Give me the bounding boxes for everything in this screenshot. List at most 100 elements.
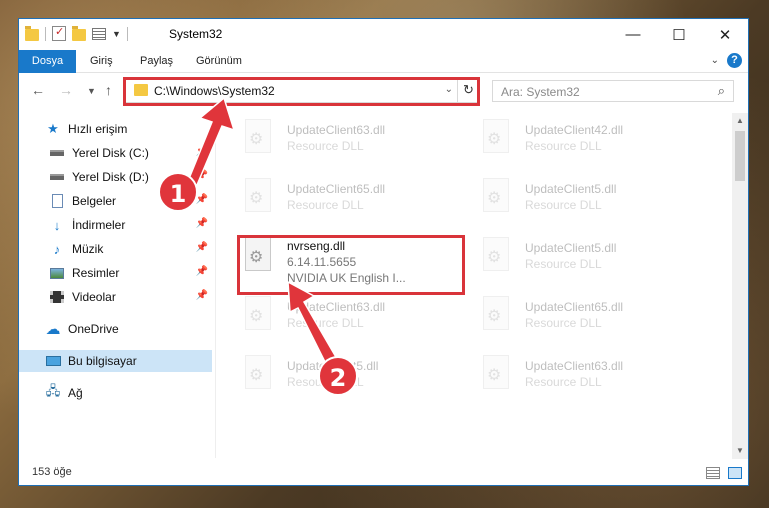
sidebar-item-this-pc[interactable]: Bu bilgisayar [19, 350, 212, 372]
quick-access-toolbar: ▼ [25, 25, 128, 41]
ribbon-tabs: Dosya Giriş Paylaş Görünüm ⌄ ? [19, 50, 748, 73]
help-icon[interactable]: ? [727, 53, 742, 68]
dll-file-icon: ⚙ [241, 296, 275, 336]
maximize-button[interactable]: ☐ [656, 19, 702, 50]
sidebar-item-onedrive[interactable]: ☁ OneDrive [19, 318, 212, 340]
recent-locations-icon[interactable]: ▼ [87, 86, 96, 96]
address-bar-highlight [123, 77, 480, 106]
file-name: UpdateClient63.dll [525, 359, 624, 373]
file-tile[interactable]: ⚙ UpdateClient5.dll Resource DLL [471, 172, 701, 226]
tab-home[interactable]: Giriş [90, 50, 113, 73]
window-controls: — ☐ ✕ [610, 19, 748, 50]
new-folder-icon[interactable] [72, 25, 86, 41]
file-type: Resource DLL [287, 198, 364, 212]
file-tile[interactable]: ⚙ UpdateClient5.dll Resource DLL [471, 231, 701, 285]
sidebar-item-label: İndirmeler [72, 218, 126, 232]
dll-file-icon: ⚙ [479, 119, 513, 159]
step-badge-2: 2 [318, 356, 358, 396]
scroll-down-icon[interactable]: ▼ [732, 443, 748, 459]
status-bar: 153 öğe [19, 461, 748, 485]
dll-file-icon: ⚙ [241, 178, 275, 218]
sidebar-item-network[interactable]: 🖧 Ağ [19, 382, 212, 404]
navigation-pane: ★ Hızlı erişim Yerel Disk (C:) 📌 Yerel D… [19, 116, 215, 456]
sidebar-item-downloads[interactable]: ↓ İndirmeler 📌 [19, 214, 212, 236]
tiles-view-icon[interactable] [728, 467, 742, 479]
step-badge-1: 1 [158, 172, 198, 212]
file-type: Resource DLL [287, 316, 364, 330]
file-type: Resource DLL [525, 375, 602, 389]
file-tile[interactable]: ⚙ UpdateClient63.dll Resource DLL [233, 290, 463, 344]
file-name: UpdateClient63.dll [287, 300, 386, 314]
tab-share[interactable]: Paylaş [140, 50, 173, 73]
pin-icon[interactable]: 📌 [196, 242, 208, 253]
forward-arrow-icon[interactable]: → [59, 82, 73, 98]
scroll-up-icon[interactable]: ▲ [732, 113, 748, 129]
file-name: UpdateClient65.dll [287, 182, 386, 196]
chevron-down-icon[interactable]: ▼ [112, 29, 121, 39]
dll-file-icon: ⚙ [479, 296, 513, 336]
pin-icon[interactable]: 📌 [196, 170, 208, 181]
divider [45, 26, 46, 41]
scroll-thumb[interactable] [735, 131, 745, 181]
up-arrow-icon[interactable]: ↑ [105, 82, 112, 98]
download-icon: ↓ [53, 217, 61, 233]
video-icon [49, 290, 65, 304]
dll-file-icon: ⚙ [241, 119, 275, 159]
network-icon: 🖧 [45, 383, 61, 398]
view-list-icon[interactable] [92, 27, 106, 40]
file-type: Resource DLL [525, 198, 602, 212]
close-button[interactable]: ✕ [702, 19, 748, 50]
pin-icon[interactable]: 📌 [196, 146, 208, 157]
file-name: UpdateClient65.dll [525, 300, 624, 314]
title-bar: ▼ System32 — ☐ ✕ [19, 19, 748, 50]
document-icon [49, 194, 65, 208]
tab-file[interactable]: Dosya [19, 50, 76, 73]
file-tile[interactable]: ⚙ UpdateClient63.dll Resource DLL [233, 113, 463, 167]
cloud-icon: ☁ [45, 321, 61, 338]
file-tile[interactable]: ⚙ UpdateClient42.dll Resource DLL [471, 113, 701, 167]
sidebar-item-local-disk-c[interactable]: Yerel Disk (C:) 📌 [19, 142, 212, 164]
file-tile[interactable]: ⚙ UpdateClient65.dll Resource DLL [471, 290, 701, 344]
pin-icon[interactable]: 📌 [196, 266, 208, 277]
tab-view[interactable]: Görünüm [196, 50, 242, 73]
sidebar-item-quick-access[interactable]: ★ Hızlı erişim [19, 118, 212, 140]
sidebar-item-label: Yerel Disk (C:) [72, 146, 149, 160]
sidebar-item-pictures[interactable]: Resimler 📌 [19, 262, 212, 284]
search-icon[interactable]: ⌕ [718, 83, 725, 99]
back-arrow-icon[interactable]: ← [31, 82, 45, 98]
chevron-down-icon[interactable]: ⌄ [711, 55, 719, 66]
divider [126, 26, 128, 41]
vertical-scrollbar[interactable]: ▲ ▼ [732, 113, 748, 459]
pane-divider[interactable] [215, 116, 216, 458]
folder-icon[interactable] [25, 25, 39, 41]
sidebar-item-label: Videolar [72, 290, 116, 304]
search-input[interactable]: Ara: System32 ⌕ [492, 80, 734, 102]
pin-icon[interactable]: 📌 [196, 218, 208, 229]
sidebar-item-music[interactable]: ♪ Müzik 📌 [19, 238, 212, 260]
file-type: Resource DLL [525, 139, 602, 153]
sidebar-item-label: Ağ [68, 386, 83, 400]
file-type: Resource DLL [287, 139, 364, 153]
file-name: UpdateClient5.dll [525, 241, 617, 255]
window-title: System32 [169, 27, 223, 41]
sidebar-item-label: OneDrive [68, 322, 119, 336]
file-name: UpdateClient63.dll [287, 123, 386, 137]
file-tile[interactable]: ⚙ UpdateClient63.dll Resource DLL [471, 349, 701, 403]
sidebar-item-label: Hızlı erişim [68, 122, 128, 136]
pin-icon[interactable]: 📌 [196, 290, 208, 301]
sidebar-item-label: Bu bilgisayar [68, 354, 137, 368]
file-type: Resource DLL [525, 257, 602, 271]
dll-file-icon: ⚙ [479, 237, 513, 277]
minimize-button[interactable]: — [610, 19, 656, 50]
details-view-icon[interactable] [706, 467, 720, 479]
sidebar-item-videos[interactable]: Videolar 📌 [19, 286, 212, 308]
music-icon: ♪ [53, 241, 61, 257]
dll-file-icon: ⚙ [479, 355, 513, 395]
star-icon: ★ [47, 121, 59, 136]
sidebar-item-label: Resimler [72, 266, 120, 280]
file-tile[interactable]: ⚙ UpdateClient65.dll Resource DLL [233, 172, 463, 226]
dll-file-icon: ⚙ [241, 355, 275, 395]
properties-icon[interactable] [52, 25, 66, 41]
sidebar-item-label: Yerel Disk (D:) [72, 170, 149, 184]
file-name: UpdateClient5.dll [525, 182, 617, 196]
